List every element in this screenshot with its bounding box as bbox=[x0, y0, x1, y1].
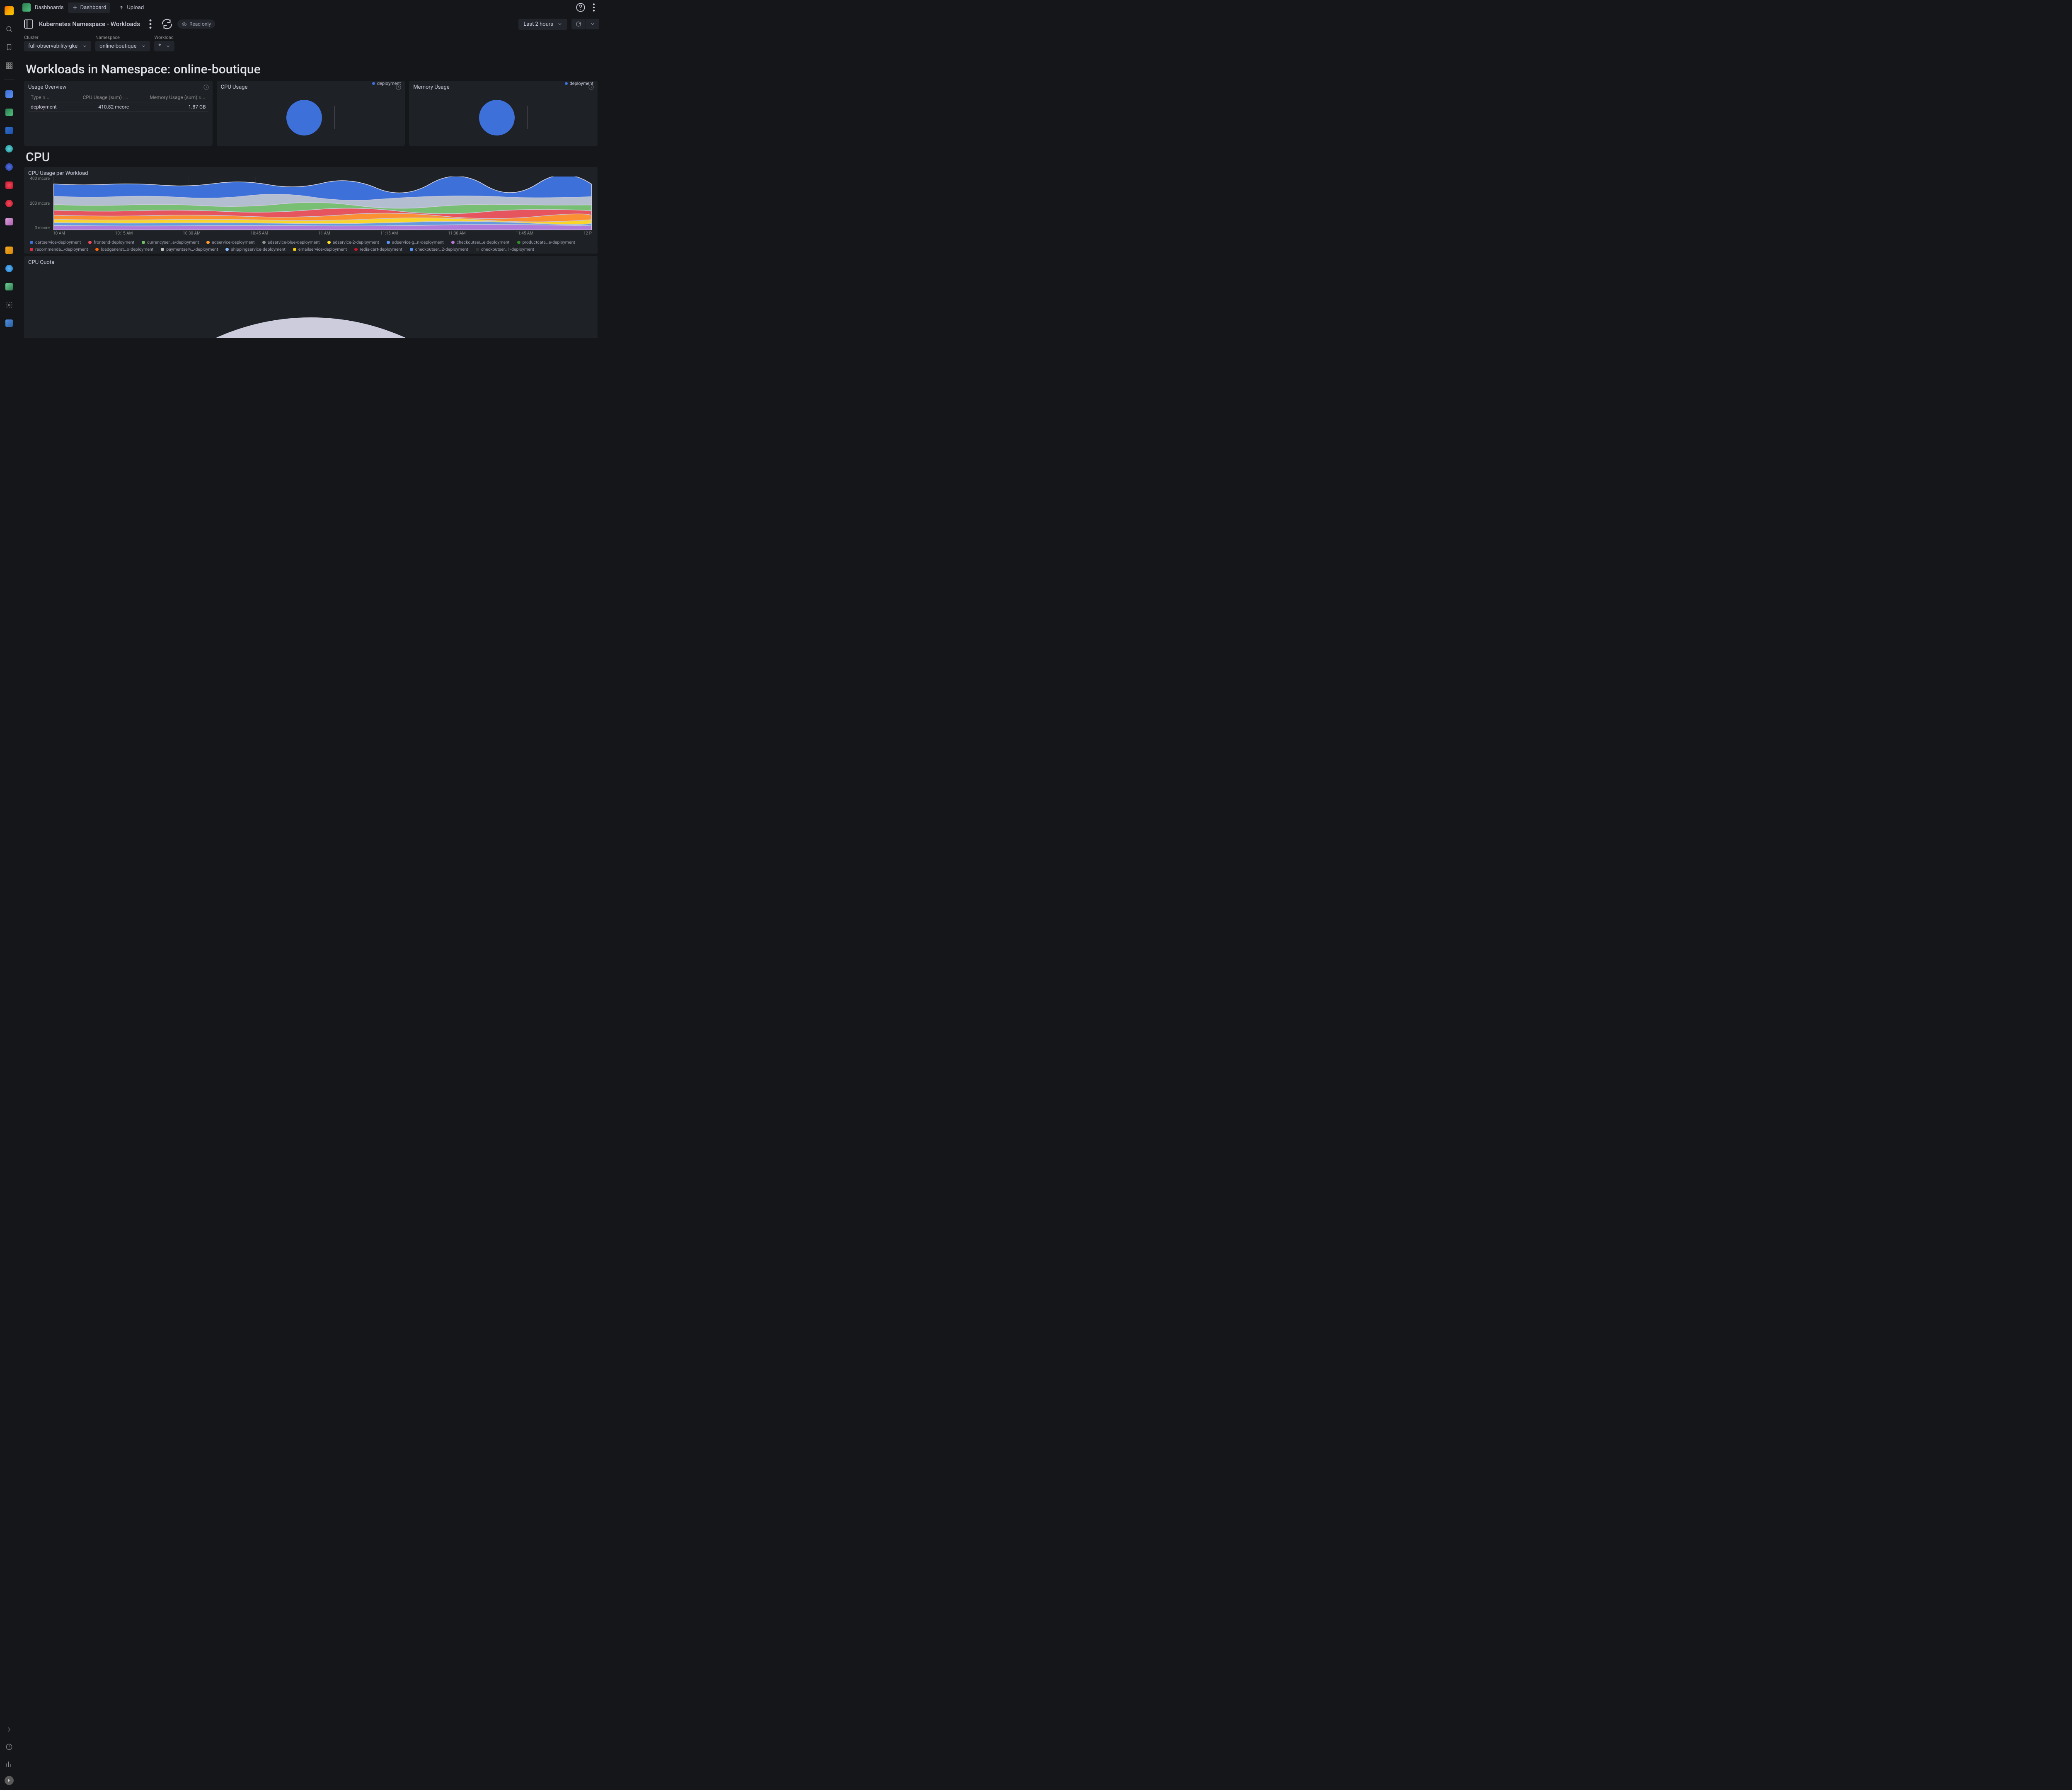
var-namespace: Namespace online-boutique bbox=[95, 35, 150, 51]
nav-item-1[interactable] bbox=[3, 88, 15, 100]
upload-button[interactable]: Upload bbox=[114, 2, 148, 13]
refresh-group bbox=[571, 19, 599, 29]
col-type[interactable]: Type⇅ ⌄ bbox=[28, 93, 67, 102]
section-cpu: CPU bbox=[26, 150, 596, 164]
legend-item[interactable]: paymentserv…•deployment bbox=[161, 247, 218, 252]
legend-item[interactable]: cartservice•deployment bbox=[30, 239, 81, 245]
help-icon[interactable] bbox=[575, 2, 586, 13]
main-heading: Workloads in Namespace: online-boutique bbox=[26, 62, 596, 77]
panel-cpu-usage: CPU Usage deployment bbox=[217, 81, 405, 146]
stats-icon[interactable] bbox=[3, 1759, 15, 1770]
pie-chart bbox=[479, 100, 515, 135]
time-picker[interactable]: Last 2 hours bbox=[518, 19, 567, 30]
nav-item-5[interactable] bbox=[3, 161, 15, 173]
panel-cpu-quota: CPU Quota Name⇅ ⌄Type⇅ ⌄CPU Usage⇅ ⌄CPU … bbox=[24, 256, 598, 338]
legend-item[interactable]: adservice-2•deployment bbox=[327, 239, 379, 245]
nav-item-6[interactable] bbox=[3, 179, 15, 191]
nav-item-9[interactable] bbox=[3, 244, 15, 256]
nav-item-3[interactable] bbox=[3, 125, 15, 136]
x-axis: 10 AM10:15 AM10:30 AM10:45 AM11 AM11:15 … bbox=[53, 231, 592, 237]
dashboard-button[interactable]: Dashboard bbox=[68, 2, 111, 13]
col-cpu-sum[interactable]: CPU Usage (sum)↓ ⌄ bbox=[67, 93, 131, 102]
kebab-icon-2[interactable] bbox=[144, 18, 157, 30]
legend-item[interactable]: currencyser…e•deployment bbox=[142, 239, 199, 245]
logo-icon[interactable] bbox=[3, 5, 15, 17]
legend-item[interactable]: loadgenerat…o•deployment bbox=[95, 247, 153, 252]
legend-item[interactable]: frontend•deployment bbox=[88, 239, 134, 245]
var-cluster: Cluster full-observability-gke bbox=[24, 35, 91, 51]
legend-item[interactable]: checkoutser…1•deployment bbox=[476, 247, 534, 252]
legend-item[interactable]: checkoutser…e•deployment bbox=[451, 239, 510, 245]
breadcrumb[interactable]: Dashboards bbox=[35, 5, 64, 11]
overview-table: Type⇅ ⌄ CPU Usage (sum)↓ ⌄ Memory Usage … bbox=[28, 93, 208, 112]
panel-memory-usage: Memory Usage deployment bbox=[409, 81, 598, 146]
variable-row: Cluster full-observability-gke Namespace… bbox=[18, 33, 603, 53]
var-workload: Workload * bbox=[154, 35, 174, 51]
topbar: Dashboards Dashboard Upload bbox=[18, 0, 603, 15]
legend-item[interactable]: emailservice•deployment bbox=[293, 247, 347, 252]
alert-icon[interactable] bbox=[3, 1741, 15, 1753]
nav-item-8[interactable] bbox=[3, 216, 15, 227]
col-mem-sum[interactable]: Memory Usage (sum)⇅ ⌄ bbox=[131, 93, 208, 102]
pie-legend[interactable]: deployment bbox=[372, 81, 401, 86]
chart-area[interactable]: 400 mcore 200 mcore 0 mcore bbox=[28, 177, 593, 237]
left-sidebar: F bbox=[0, 0, 18, 1790]
readonly-badge: Read only bbox=[177, 19, 215, 29]
bookmark-icon[interactable] bbox=[3, 41, 15, 53]
chevron-down-icon bbox=[557, 22, 562, 27]
subbar: Kubernetes Namespace - Workloads Read on… bbox=[18, 15, 603, 33]
plot bbox=[53, 177, 592, 230]
legend-item[interactable]: shippingservice•deployment bbox=[225, 247, 286, 252]
refresh-interval-button[interactable] bbox=[586, 19, 599, 29]
nav-item-4[interactable] bbox=[3, 143, 15, 155]
legend-item[interactable]: productcata…e•deployment bbox=[517, 239, 575, 245]
panel-usage-overview: Usage Overview Type⇅ ⌄ CPU Usage (sum)↓ … bbox=[24, 81, 213, 146]
avatar[interactable]: F bbox=[5, 1776, 14, 1785]
panel-cpu-per-workload: CPU Usage per Workload 400 mcore 200 mco… bbox=[24, 167, 598, 254]
legend-item[interactable]: redis-cart•deployment bbox=[354, 247, 402, 252]
table-row[interactable]: deployment 410.82 mcore 1.87 GB bbox=[28, 102, 208, 112]
upload-button-label: Upload bbox=[127, 5, 144, 11]
content: Workloads in Namespace: online-boutique … bbox=[18, 53, 603, 338]
nav-item-12[interactable] bbox=[3, 299, 15, 311]
expand-icon[interactable] bbox=[3, 1724, 15, 1735]
breadcrumb-icon bbox=[22, 3, 31, 12]
apps-icon[interactable] bbox=[3, 60, 15, 71]
sync-icon[interactable] bbox=[161, 18, 173, 30]
var-cluster-select[interactable]: full-observability-gke bbox=[24, 41, 91, 51]
nav-item-7[interactable] bbox=[3, 198, 15, 209]
eye-icon bbox=[182, 22, 187, 27]
toggle-panel-icon[interactable] bbox=[22, 18, 35, 30]
nav-item-13[interactable] bbox=[3, 317, 15, 329]
y-axis: 400 mcore 200 mcore 0 mcore bbox=[28, 177, 51, 230]
page-title[interactable]: Kubernetes Namespace - Workloads bbox=[39, 20, 140, 28]
var-workload-select[interactable]: * bbox=[154, 41, 174, 51]
nav-item-2[interactable] bbox=[3, 106, 15, 118]
pie-legend[interactable]: deployment bbox=[565, 81, 593, 86]
refresh-button[interactable] bbox=[571, 19, 586, 29]
chart-legend: cartservice•deployment frontend•deploymen… bbox=[28, 239, 593, 252]
clock-icon[interactable] bbox=[28, 266, 593, 338]
nav-item-10[interactable] bbox=[3, 263, 15, 274]
var-namespace-select[interactable]: online-boutique bbox=[95, 41, 150, 51]
legend-item[interactable]: checkoutser…2•deployment bbox=[410, 247, 468, 252]
kebab-icon[interactable] bbox=[588, 2, 599, 13]
search-icon[interactable] bbox=[3, 23, 15, 35]
legend-item[interactable]: recommenda…•deployment bbox=[30, 247, 88, 252]
legend-item[interactable]: adservice•deployment bbox=[206, 239, 254, 245]
clock-icon[interactable] bbox=[203, 84, 209, 92]
nav-item-11[interactable] bbox=[3, 281, 15, 293]
dashboard-button-label: Dashboard bbox=[80, 5, 107, 11]
legend-item[interactable]: adservice-blue•deployment bbox=[262, 239, 320, 245]
pie-chart bbox=[286, 100, 322, 135]
legend-item[interactable]: adservice-g…n•deployment bbox=[387, 239, 444, 245]
